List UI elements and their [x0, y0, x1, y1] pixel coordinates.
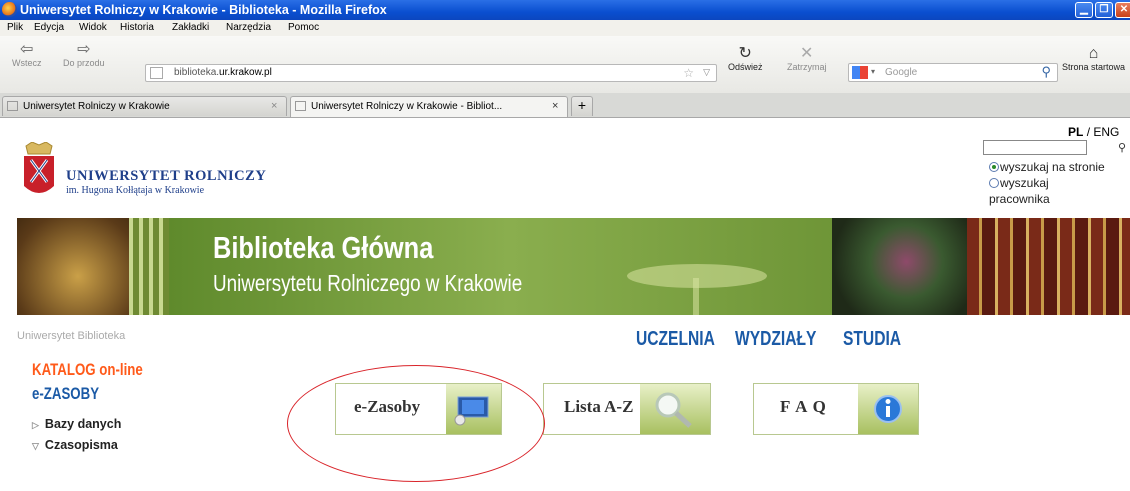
- library-banner: Biblioteka Główna Uniwersytetu Rolniczeg…: [17, 218, 1130, 315]
- new-tab-button[interactable]: +: [571, 96, 593, 116]
- radio-search-site-label: wyszukaj na stronie: [1000, 160, 1105, 174]
- home-button[interactable]: ⌂ Strona startowa: [1062, 45, 1126, 73]
- url-domain: ur.krakow.pl: [219, 67, 272, 78]
- site-search-input[interactable]: [983, 140, 1087, 155]
- lang-separator: /: [1086, 125, 1091, 139]
- site-identity-icon: [150, 67, 163, 79]
- stop-icon: ✕: [800, 45, 814, 62]
- tab-biblioteka[interactable]: Uniwersytet Rolniczy w Krakowie - Biblio…: [290, 96, 568, 117]
- triangle-down-icon: ▽: [32, 441, 39, 451]
- lista-a-z-button-label: Lista A-Z: [564, 397, 634, 416]
- faq-button[interactable]: F A Q: [753, 383, 919, 435]
- university-subtitle: im. Hugona Kołłątaja w Krakowie: [66, 185, 205, 196]
- bookmark-star-icon[interactable]: ☆: [683, 66, 694, 80]
- forward-arrow-icon: ⇨: [77, 41, 91, 58]
- tree-silhouette: [627, 264, 767, 315]
- lang-pl-link[interactable]: PL: [1068, 125, 1083, 139]
- breadcrumb: Uniwersytet Biblioteka: [17, 330, 125, 342]
- close-window-button[interactable]: ✕: [1115, 2, 1130, 18]
- reload-icon: ↻: [738, 45, 752, 62]
- search-icon[interactable]: ⚲: [1041, 64, 1051, 80]
- highlight-ellipse: [287, 365, 545, 482]
- sidebar-item-label: Bazy danych: [44, 417, 122, 431]
- books-photo: [967, 218, 1130, 315]
- banner-stripes: [129, 218, 169, 315]
- stop-label: Zatrzymaj: [787, 62, 827, 72]
- radio-search-staff-label: wyszukaj: [1000, 176, 1049, 190]
- reload-button[interactable]: ↻ Odśwież: [728, 45, 763, 73]
- nav-wydzialy[interactable]: WYDZIAŁY: [735, 328, 816, 351]
- menu-bookmarks[interactable]: Zakładki: [172, 22, 209, 33]
- url-dropdown-icon[interactable]: ▽: [703, 67, 710, 78]
- back-arrow-icon: ⇦: [20, 41, 34, 58]
- hummingbird-photo: [832, 218, 967, 315]
- triangle-right-icon: ▷: [32, 420, 39, 430]
- tab-favicon-icon: [295, 101, 306, 111]
- url-subdomain: biblioteka.: [174, 67, 220, 78]
- lista-a-z-button[interactable]: Lista A-Z: [543, 383, 711, 435]
- language-switcher: PL / ENG: [1068, 125, 1119, 139]
- nav-uczelnia[interactable]: UCZELNIA: [636, 328, 715, 351]
- tab-label: Uniwersytet Rolniczy w Krakowie: [23, 101, 170, 112]
- lang-eng-link[interactable]: ENG: [1093, 125, 1119, 139]
- home-label: Strona startowa: [1062, 62, 1126, 72]
- site-search-icon[interactable]: ⚲: [1118, 141, 1126, 154]
- search-placeholder: Google: [885, 67, 918, 78]
- sidebar-item-czasopisma[interactable]: ▽ Czasopisma: [32, 438, 118, 452]
- menu-edit[interactable]: Edycja: [34, 22, 64, 33]
- forward-button[interactable]: ⇨ Do przodu: [63, 41, 105, 69]
- university-crest-logo[interactable]: [22, 142, 56, 204]
- university-name[interactable]: UNIWERSYTET ROLNICZY: [66, 168, 266, 185]
- firefox-logo-icon: [2, 2, 17, 17]
- radio-search-site[interactable]: [989, 162, 999, 172]
- katalog-online-link[interactable]: KATALOG on-line: [32, 360, 143, 380]
- engine-dropdown-icon[interactable]: ▾: [871, 67, 875, 76]
- window-title: Uniwersytet Rolniczy w Krakowie - Biblio…: [20, 3, 387, 17]
- google-engine-icon[interactable]: [852, 66, 868, 79]
- tab-label: Uniwersytet Rolniczy w Krakowie - Biblio…: [311, 101, 503, 112]
- window-title-bar: Uniwersytet Rolniczy w Krakowie - Biblio…: [0, 0, 1130, 20]
- stop-button[interactable]: ✕ Zatrzymaj: [787, 45, 827, 73]
- tab-close-icon[interactable]: ×: [271, 100, 277, 112]
- reload-label: Odśwież: [728, 62, 763, 72]
- banner-title: Biblioteka Główna: [213, 230, 434, 265]
- back-label: Wstecz: [12, 58, 42, 68]
- maximize-button[interactable]: ❐: [1095, 2, 1113, 18]
- sidebar-item-label: Czasopisma: [44, 438, 118, 452]
- url-text: biblioteka.ur.krakow.pl: [174, 67, 272, 78]
- menu-file[interactable]: Plik: [7, 22, 23, 33]
- menu-help[interactable]: Pomoc: [288, 22, 319, 33]
- sidebar-item-bazy-danych[interactable]: ▷ Bazy danych: [32, 417, 121, 431]
- nav-studia[interactable]: STUDIA: [843, 328, 901, 351]
- tab-uniwersytet[interactable]: Uniwersytet Rolniczy w Krakowie ×: [2, 96, 287, 116]
- e-zasoby-link[interactable]: e-ZASOBY: [32, 384, 99, 404]
- tab-bar: Uniwersytet Rolniczy w Krakowie × Uniwer…: [0, 93, 1130, 118]
- tab-favicon-icon: [7, 101, 18, 111]
- home-icon: ⌂: [1088, 45, 1099, 62]
- breadcrumb-uniwersytet[interactable]: Uniwersytet: [17, 330, 74, 342]
- menu-bar: Plik Edycja Widok Historia Zakładki Narz…: [0, 20, 1130, 36]
- url-bar[interactable]: biblioteka.ur.krakow.pl ☆ ▽: [145, 64, 717, 82]
- search-bar[interactable]: ▾ Google ⚲: [848, 63, 1058, 82]
- menu-history[interactable]: Historia: [120, 22, 154, 33]
- radio-search-staff-label-2: pracownika: [989, 192, 1050, 206]
- menu-tools[interactable]: Narzędzia: [226, 22, 271, 33]
- faq-button-label: F A Q: [780, 397, 827, 416]
- radio-search-staff[interactable]: [989, 178, 999, 188]
- navigation-toolbar: ⇦ Wstecz ⇨ Do przodu biblioteka.ur.krako…: [0, 36, 1130, 93]
- minimize-button[interactable]: ▁: [1075, 2, 1093, 18]
- breadcrumb-biblioteka[interactable]: Biblioteka: [78, 330, 126, 342]
- back-button[interactable]: ⇦ Wstecz: [12, 41, 42, 69]
- forward-label: Do przodu: [63, 58, 105, 68]
- plus-icon: +: [577, 97, 587, 113]
- info-icon: [858, 384, 918, 434]
- menu-view[interactable]: Widok: [79, 22, 107, 33]
- tab-close-icon[interactable]: ×: [552, 100, 558, 112]
- banner-subtitle: Uniwersytetu Rolniczego w Krakowie: [213, 270, 523, 296]
- magnifier-icon: [640, 384, 710, 434]
